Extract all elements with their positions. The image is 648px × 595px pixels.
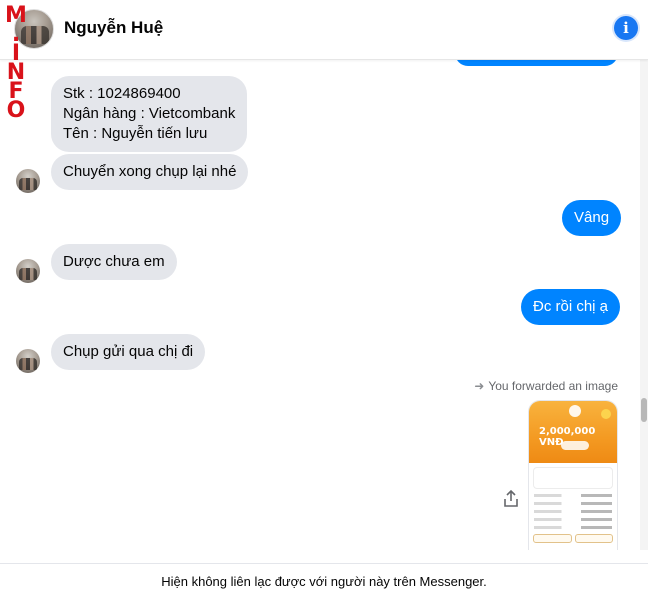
unavailable-notice: Hiện không liên lạc được với người này t… [0, 563, 648, 595]
receipt-pill [561, 441, 589, 450]
outgoing-message[interactable]: Vâng [562, 200, 622, 236]
incoming-message[interactable]: Dược chưa em [51, 244, 177, 280]
check-icon [569, 405, 581, 417]
scrollbar[interactable] [640, 60, 648, 550]
receipt-buttons [529, 534, 617, 543]
receipt-line [534, 510, 612, 513]
message-line: Ngân hàng : Vietcombank [63, 105, 236, 122]
forward-arrow-icon: ➜ [474, 379, 485, 393]
outgoing-message-partial[interactable] [455, 60, 618, 66]
message-thread: Stk : 1024869400 Ngân hàng : Vietcombank… [0, 60, 640, 550]
incoming-message[interactable]: Chụp gửi qua chị đi [51, 334, 206, 370]
contact-avatar-small[interactable] [16, 349, 40, 373]
receipt-line [534, 502, 612, 505]
contact-name[interactable]: Nguyễn Huệ [64, 18, 163, 38]
share-icon[interactable] [500, 488, 522, 510]
info-icon[interactable]: i [614, 16, 638, 40]
watermark-logo: M.INFO [2, 5, 30, 123]
decoration-icon [601, 409, 611, 419]
message-line: Tên : Nguyễn tiến lưu [63, 125, 208, 142]
message-line: Stk : 1024869400 [63, 85, 181, 102]
receipt-line [534, 518, 612, 521]
incoming-message[interactable]: Chuyển xong chụp lại nhé [51, 154, 249, 190]
contact-avatar-small[interactable] [16, 169, 40, 193]
forwarded-note: ➜ You forwarded an image [474, 379, 618, 393]
receipt-line [534, 526, 612, 529]
scrollbar-thumb[interactable] [641, 398, 647, 422]
incoming-message[interactable]: Stk : 1024869400 Ngân hàng : Vietcombank… [51, 76, 248, 152]
receipt-recipient-box [533, 467, 613, 489]
watermark-char: O [6, 98, 26, 123]
forwarded-image[interactable]: 2,000,000 VNĐ [528, 400, 618, 550]
receipt-line [534, 494, 612, 497]
receipt-header: 2,000,000 VNĐ [529, 401, 617, 463]
outgoing-message[interactable]: Đc rồi chị ạ [521, 289, 621, 325]
forwarded-note-text: You forwarded an image [488, 379, 618, 393]
conversation-header: Nguyễn Huệ i [0, 0, 648, 60]
contact-avatar-small[interactable] [16, 259, 40, 283]
